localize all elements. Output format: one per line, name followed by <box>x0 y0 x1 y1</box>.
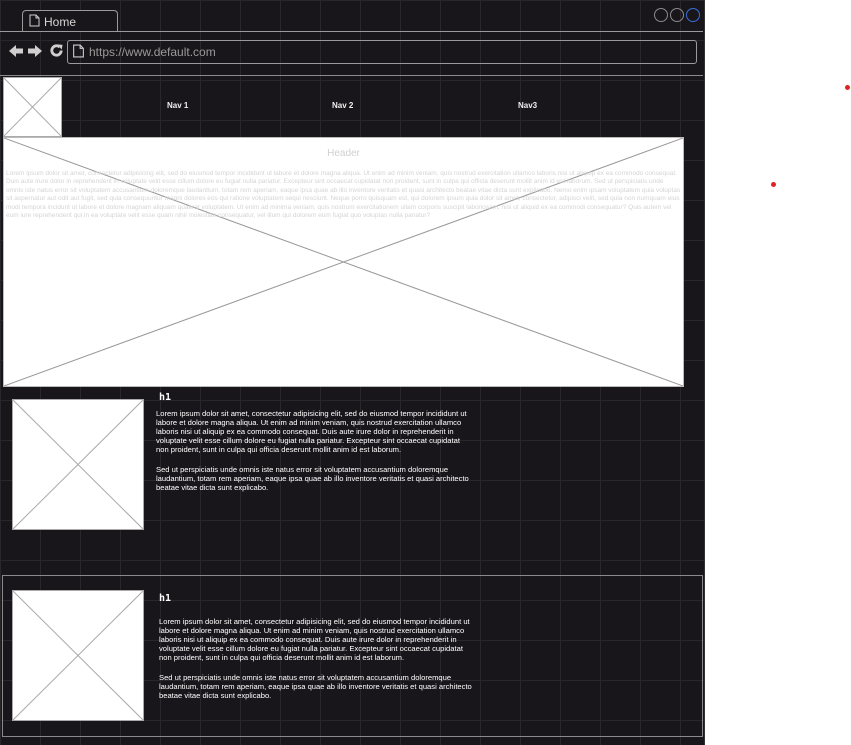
row-paragraph: Sed ut perspiciatis unde omnis iste natu… <box>159 673 472 700</box>
row-thumbnail <box>12 399 144 530</box>
arrow-left-icon[interactable] <box>8 43 24 64</box>
row-paragraph: Sed ut perspiciatis unde omnis iste natu… <box>156 465 469 492</box>
tab-home[interactable]: Home <box>22 10 118 32</box>
tab-label: Home <box>44 14 77 29</box>
document-icon <box>29 14 40 30</box>
row-thumbnail <box>12 590 144 721</box>
row-heading: h1 <box>159 392 172 403</box>
hero-text: Lorem ipsum dolor sit amet, consectetur … <box>6 170 681 220</box>
row-heading: h1 <box>159 593 172 604</box>
hero-banner: Header Lorem ipsum dolor sit amet, conse… <box>3 137 684 387</box>
reload-icon[interactable] <box>49 43 64 63</box>
window-control-circle[interactable] <box>670 8 684 22</box>
url-text: https://www.default.com <box>89 45 216 59</box>
row-paragraph: Lorem ipsum dolor sit amet, consectetur … <box>159 617 470 662</box>
canvas: Home https://www.default.com Nav 1 Nav 2… <box>0 0 851 745</box>
image-placeholder-icon <box>13 591 143 720</box>
address-bar[interactable]: https://www.default.com <box>67 40 697 64</box>
hero-title: Header <box>327 148 360 159</box>
arrow-right-icon[interactable] <box>27 43 43 64</box>
document-icon <box>72 44 85 61</box>
tab-strip-divider <box>0 31 703 32</box>
window-control-circle[interactable] <box>686 8 700 22</box>
toolbar-divider <box>0 75 703 76</box>
nav-link-3[interactable]: Nav3 <box>518 101 537 110</box>
image-placeholder-icon <box>13 400 143 529</box>
marker-dot <box>845 85 850 90</box>
nav-link-1[interactable]: Nav 1 <box>167 101 188 110</box>
window-control-circle[interactable] <box>654 8 668 22</box>
browser-window: Home https://www.default.com Nav 1 Nav 2… <box>0 0 705 745</box>
marker-dot <box>771 182 776 187</box>
logo-placeholder <box>3 77 62 137</box>
nav-link-2[interactable]: Nav 2 <box>332 101 353 110</box>
row-paragraph: Lorem ipsum dolor sit amet, consectetur … <box>156 409 467 454</box>
browser-nav-buttons <box>8 44 64 62</box>
image-placeholder-icon <box>4 78 61 136</box>
